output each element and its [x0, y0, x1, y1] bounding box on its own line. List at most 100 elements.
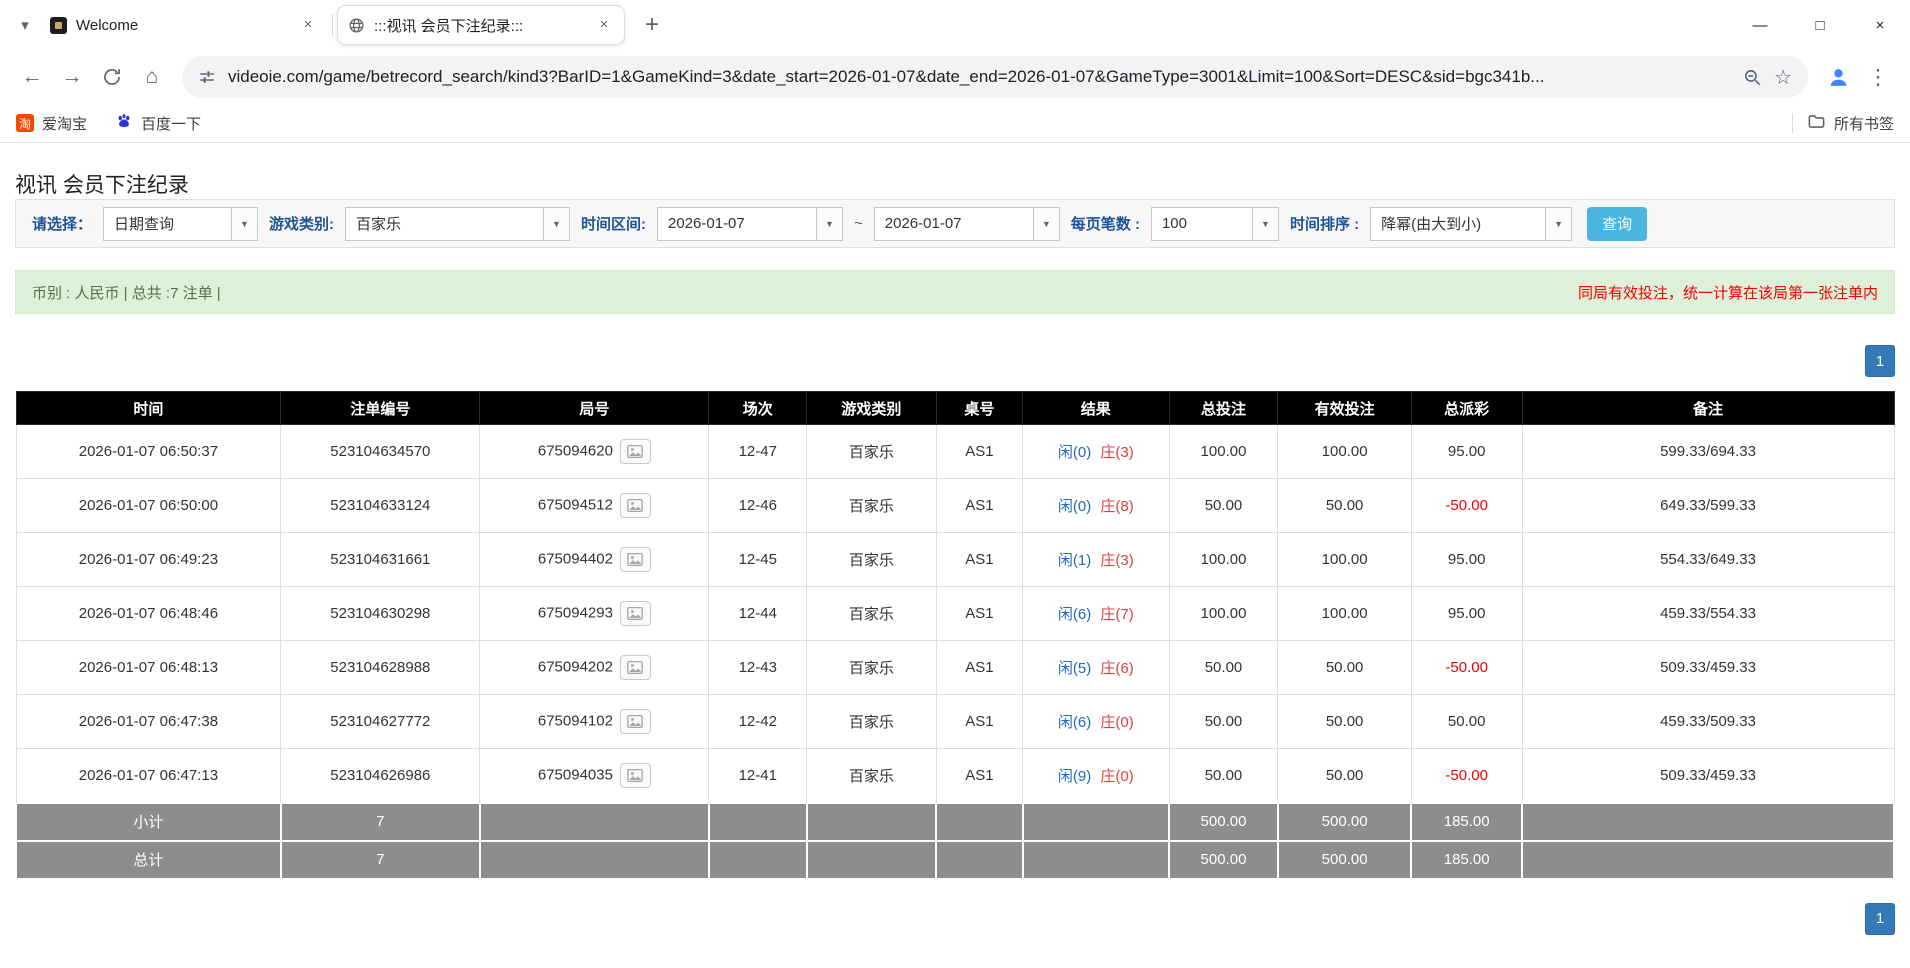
- search-button[interactable]: 查询: [1587, 206, 1648, 241]
- tab-betrecord[interactable]: :::视讯 会员下注纪录::: ×: [337, 5, 625, 45]
- col-result: 结果: [1022, 391, 1170, 425]
- page-1-button[interactable]: 1: [1865, 902, 1895, 935]
- new-tab-button[interactable]: +: [635, 8, 669, 42]
- maximize-button[interactable]: □: [1790, 0, 1850, 50]
- address-bar[interactable]: videoie.com/game/betrecord_search/kind3?…: [182, 56, 1808, 98]
- bookmarks-bar: 淘 爱淘宝 百度一下 所有书签: [0, 104, 1910, 143]
- tab-close-icon[interactable]: ×: [298, 15, 318, 35]
- minimize-button[interactable]: —: [1730, 0, 1790, 50]
- valid-bet-cell: 50.00: [1277, 640, 1412, 695]
- chevron-down-icon[interactable]: ▼: [1251, 207, 1278, 240]
- all-bookmarks-button[interactable]: 所有书签: [1807, 112, 1894, 135]
- bookmark-star-icon[interactable]: ☆: [1774, 65, 1792, 90]
- chevron-down-icon[interactable]: ▼: [1032, 207, 1059, 240]
- round-id-text: 675094035: [537, 766, 613, 784]
- time-cell: 2026-01-07 06:50:37: [15, 424, 282, 479]
- round-media-icon[interactable]: [619, 709, 651, 734]
- result-banker: 庄(0): [1100, 714, 1134, 731]
- result-player: 闲(0): [1057, 444, 1092, 461]
- total-bet-link[interactable]: 100.00: [1168, 424, 1279, 479]
- round-id-text: 675094293: [537, 604, 613, 622]
- result-cell: 闲(5) 庄(6): [1022, 640, 1170, 695]
- note-cell: 649.33/599.33: [1521, 478, 1895, 533]
- game-kind-cell: 百家乐: [806, 748, 937, 803]
- sort-label: 时间排序 :: [1289, 216, 1360, 233]
- payout-cell: -50.00: [1410, 640, 1523, 695]
- close-button[interactable]: ×: [1850, 0, 1910, 50]
- date-end-select[interactable]: 2026-01-07 ▼: [873, 206, 1060, 241]
- round-cell: 675094035: [479, 748, 710, 803]
- result-cell: 闲(0) 庄(3): [1022, 424, 1170, 479]
- subtotal-label: 小计: [15, 801, 282, 842]
- chevron-down-icon[interactable]: ▼: [231, 207, 258, 240]
- summary-currency-count: 币别 : 人民币 | 总共 :7 注单 |: [32, 284, 221, 302]
- date-mode-select[interactable]: 日期查询 ▼: [103, 206, 259, 241]
- url-text[interactable]: videoie.com/game/betrecord_search/kind3?…: [228, 67, 1731, 87]
- tab-search-button[interactable]: ▾: [10, 10, 40, 40]
- total-bet-link[interactable]: 50.00: [1168, 478, 1279, 533]
- time-cell: 2026-01-07 06:47:38: [15, 694, 282, 749]
- page-title: 视讯 会员下注纪录: [15, 174, 189, 197]
- session-cell: 12-45: [708, 532, 808, 587]
- site-info-icon[interactable]: [198, 68, 216, 86]
- chevron-down-icon[interactable]: ▼: [543, 207, 570, 240]
- game-kind-cell: 百家乐: [806, 424, 937, 479]
- reload-button[interactable]: [92, 57, 132, 97]
- result-player: 闲(6): [1057, 606, 1092, 623]
- sort-select[interactable]: 降幂(由大到小) ▼: [1370, 206, 1573, 241]
- profile-avatar[interactable]: [1818, 57, 1858, 97]
- result-player: 闲(1): [1057, 552, 1092, 569]
- note-cell: 509.33/459.33: [1521, 640, 1895, 695]
- valid-bet-cell: 50.00: [1277, 748, 1412, 803]
- round-media-icon[interactable]: [619, 493, 651, 518]
- round-media-icon[interactable]: [619, 601, 651, 626]
- page-content: 视讯 会员下注纪录 请选择： 日期查询 ▼ 游戏类别: 百家乐 ▼ 时间区间: …: [0, 143, 1910, 935]
- note-cell: 509.33/459.33: [1521, 748, 1895, 803]
- tab-welcome[interactable]: Welcome ×: [40, 5, 328, 45]
- session-cell: 12-44: [708, 586, 808, 641]
- col-session: 场次: [708, 391, 808, 425]
- total-bet-link[interactable]: 50.00: [1168, 748, 1279, 803]
- table-header-row: 时间 注单编号 局号 场次 游戏类别 桌号 结果 总投注 有效投注 总派彩 备注: [15, 391, 1895, 425]
- filter-panel: 请选择： 日期查询 ▼ 游戏类别: 百家乐 ▼ 时间区间: 2026-01-07…: [15, 199, 1895, 248]
- round-media-icon[interactable]: [619, 439, 651, 464]
- total-bet-link[interactable]: 100.00: [1168, 586, 1279, 641]
- round-media-icon[interactable]: [619, 655, 651, 680]
- page-1-button[interactable]: 1: [1865, 345, 1895, 377]
- total-bet-link[interactable]: 50.00: [1168, 694, 1279, 749]
- total-valid-bet: 500.00: [1276, 839, 1413, 880]
- chevron-down-icon[interactable]: ▼: [816, 207, 843, 240]
- result-banker: 庄(8): [1100, 498, 1134, 515]
- total-bet-link[interactable]: 100.00: [1168, 532, 1279, 587]
- pagination-top: 1: [15, 345, 1895, 377]
- payout-cell: -50.00: [1410, 748, 1523, 803]
- total-label: 总计: [15, 839, 282, 880]
- payout-cell: 95.00: [1410, 424, 1523, 479]
- tab-close-icon[interactable]: ×: [594, 15, 614, 35]
- bookmark-baidu[interactable]: 百度一下: [115, 112, 201, 134]
- round-media-icon[interactable]: [619, 547, 651, 572]
- round-cell: 675094202: [479, 640, 710, 695]
- round-media-icon[interactable]: [619, 762, 651, 788]
- game-kind-select[interactable]: 百家乐 ▼: [345, 206, 571, 241]
- note-cell: 599.33/694.33: [1521, 424, 1895, 479]
- page-size-label: 每页笔数 :: [1070, 216, 1140, 233]
- zoom-icon[interactable]: [1743, 68, 1762, 87]
- back-button[interactable]: ←: [12, 57, 52, 97]
- note-cell: 459.33/554.33: [1521, 586, 1895, 641]
- note-cell: 459.33/509.33: [1521, 694, 1895, 749]
- time-cell: 2026-01-07 06:48:46: [15, 586, 282, 641]
- home-button[interactable]: ⌂: [132, 57, 172, 97]
- browser-menu-icon[interactable]: ⋮: [1858, 57, 1898, 97]
- bookmark-aitaobao[interactable]: 淘 爱淘宝: [16, 113, 87, 134]
- result-player: 闲(6): [1057, 714, 1092, 731]
- tab-title: :::视讯 会员下注纪录:::: [374, 17, 524, 35]
- page-size-select[interactable]: 100 ▼: [1150, 206, 1279, 241]
- total-bet-link[interactable]: 50.00: [1168, 640, 1279, 695]
- empty-cell: [478, 839, 710, 880]
- chevron-down-icon[interactable]: ▼: [1545, 207, 1572, 240]
- date-start-select[interactable]: 2026-01-07 ▼: [657, 206, 844, 241]
- session-cell: 12-42: [708, 694, 808, 749]
- table-no-cell: AS1: [935, 694, 1024, 749]
- forward-button[interactable]: →: [52, 57, 92, 97]
